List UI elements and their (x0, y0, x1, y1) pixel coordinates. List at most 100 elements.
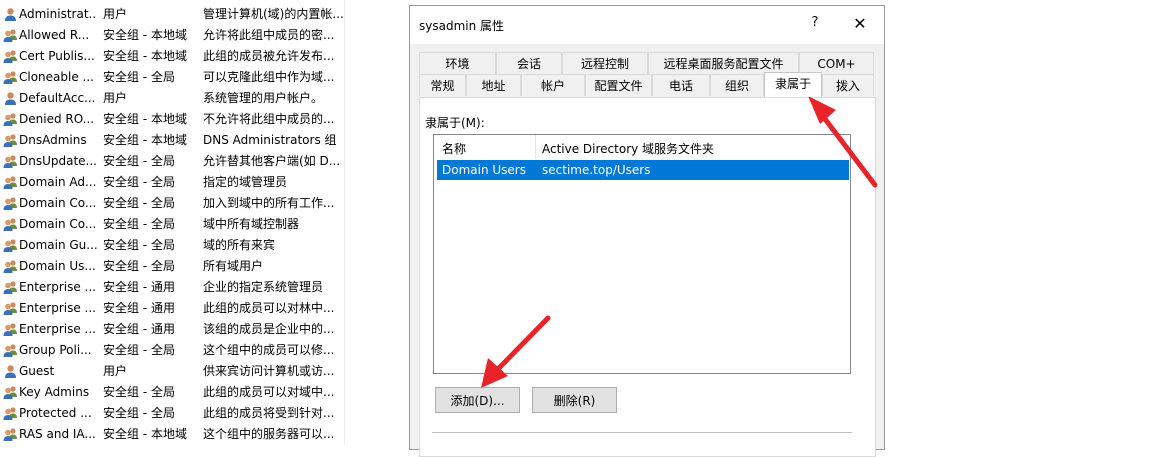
item-type: 安全组 - 全局 (103, 154, 175, 168)
tab-general[interactable]: 常规 (419, 74, 466, 96)
close-button[interactable]: ✕ (850, 14, 870, 34)
tab-remote-control[interactable]: 远程控制 (562, 52, 648, 74)
item-name: Group Poli... (19, 343, 92, 357)
list-item[interactable]: DnsUpdate... 安全组 - 全局 允许替其他客户端(如 D... (0, 151, 400, 172)
bottom-divider (432, 432, 852, 433)
tab-telephones[interactable]: 电话 (652, 74, 710, 96)
item-type: 安全组 - 通用 (103, 301, 175, 315)
title-bar: sysadmin 属性 ? ✕ (410, 6, 884, 44)
item-type: 安全组 - 本地域 (103, 112, 187, 126)
list-item[interactable]: Domain Co... 安全组 - 全局 域中所有域控制器 (0, 214, 400, 235)
tab-organization[interactable]: 组织 (710, 74, 764, 96)
list-item[interactable]: Group Poli... 安全组 - 全局 这个组中的成员可以修... (0, 340, 400, 361)
item-name: Administrat... (19, 7, 97, 21)
list-item[interactable]: Enterprise ... 安全组 - 通用 此组的成员可以对林中... (0, 298, 400, 319)
item-name: Allowed R... (19, 28, 90, 42)
item-description: 不允许将此组中成员的... (203, 112, 335, 126)
item-type: 安全组 - 全局 (103, 70, 175, 84)
list-item[interactable]: Domain Gu... 安全组 - 全局 域的所有来宾 (0, 235, 400, 256)
list-item[interactable]: Enterprise ... 安全组 - 通用 该组的成员是企业中的... (0, 319, 400, 340)
list-item[interactable]: Domain Co... 安全组 - 全局 加入到域中的所有工作... (0, 193, 400, 214)
group-icon (3, 217, 18, 232)
item-type: 安全组 - 全局 (103, 175, 175, 189)
member-of-listview[interactable]: 名称 Active Directory 域服务文件夹 Domain Users … (433, 134, 851, 374)
group-icon (3, 385, 18, 400)
column-header-name[interactable]: 名称 (442, 140, 466, 157)
remove-button[interactable]: 删除(R) (532, 387, 617, 413)
tab-rds-profile[interactable]: 远程桌面服务配置文件 (648, 52, 799, 74)
user-icon (3, 364, 18, 379)
tab-environment[interactable]: 环境 (419, 52, 496, 74)
group-icon (3, 49, 18, 64)
listview-row[interactable]: Domain Users sectime.top/Users (437, 160, 849, 180)
item-type: 安全组 - 通用 (103, 280, 175, 294)
list-item[interactable]: DnsAdmins 安全组 - 本地域 DNS Administrators 组 (0, 130, 400, 151)
member-of-label: 隶属于(M): (425, 116, 485, 130)
item-type: 安全组 - 本地域 (103, 427, 187, 441)
tab-com-plus[interactable]: COM+ (799, 52, 874, 74)
item-type: 安全组 - 通用 (103, 322, 175, 336)
tab-address[interactable]: 地址 (466, 74, 521, 96)
tab-account[interactable]: 帐户 (521, 74, 585, 96)
tab-member-of[interactable]: 隶属于 (764, 72, 822, 97)
user-icon (3, 7, 18, 22)
list-item[interactable]: Cloneable ... 安全组 - 全局 可以克隆此组中作为域... (0, 67, 400, 88)
item-description: 系统管理的用户帐户。 (203, 91, 324, 105)
item-description: 指定的域管理员 (203, 175, 288, 189)
group-icon (3, 70, 18, 85)
item-name: RAS and IA... (19, 427, 96, 441)
item-description: 允许将此组中成员的密... (203, 28, 335, 42)
item-name: Domain Co... (19, 196, 97, 210)
group-icon (3, 406, 18, 421)
column-header-folder[interactable]: Active Directory 域服务文件夹 (542, 140, 714, 157)
list-item[interactable]: Domain Ad... 安全组 - 全局 指定的域管理员 (0, 172, 400, 193)
tab-dial-in[interactable]: 拨入 (822, 74, 874, 96)
item-name: Enterprise ... (19, 301, 96, 315)
item-description: 可以克隆此组中作为域... (203, 70, 335, 84)
properties-dialog: sysadmin 属性 ? ✕ 环境 会话 远程控制 远程桌面服务配置文件 CO… (409, 5, 885, 457)
group-icon (3, 133, 18, 148)
item-description: 这个组中的成员可以修... (203, 343, 335, 357)
item-name: Cert Publis... (19, 49, 95, 63)
item-description: 域中所有域控制器 (203, 217, 300, 231)
item-description: 此组的成员可以对林中... (203, 301, 335, 315)
item-type: 安全组 - 全局 (103, 385, 175, 399)
item-type: 安全组 - 本地域 (103, 49, 187, 63)
list-item[interactable]: Protected ... 安全组 - 全局 此组的成员将受到针对... (0, 403, 400, 424)
list-item[interactable]: RAS and IA... 安全组 - 本地域 这个组中的服务器可以... (0, 424, 400, 445)
group-icon (3, 196, 18, 211)
list-item[interactable]: Administrat... 用户 管理计算机(域)的内置帐... (0, 4, 400, 25)
column-divider (344, 0, 345, 445)
list-item[interactable]: Key Admins 安全组 - 全局 此组的成员可以对域中... (0, 382, 400, 403)
list-item[interactable]: Domain Us... 安全组 - 全局 所有域用户 (0, 256, 400, 277)
list-item[interactable]: Allowed R... 安全组 - 本地域 允许将此组中成员的密... (0, 25, 400, 46)
list-item[interactable]: Denied RO... 安全组 - 本地域 不允许将此组中成员的... (0, 109, 400, 130)
item-description: 允许替其他客户端(如 D... (203, 154, 341, 168)
add-button[interactable]: 添加(D)... (435, 387, 520, 413)
item-name: Enterprise ... (19, 280, 96, 294)
item-description: 加入到域中的所有工作... (203, 196, 335, 210)
item-name: Domain Us... (19, 259, 96, 273)
item-type: 安全组 - 全局 (103, 343, 175, 357)
item-description: DNS Administrators 组 (203, 133, 337, 147)
listview-header: 名称 Active Directory 域服务文件夹 (434, 135, 850, 159)
item-name: Domain Gu... (19, 238, 97, 252)
list-item[interactable]: Enterprise ... 安全组 - 通用 企业的指定系统管理员 (0, 277, 400, 298)
tab-sessions[interactable]: 会话 (496, 52, 562, 74)
group-icon (3, 28, 18, 43)
list-item[interactable]: Cert Publis... 安全组 - 本地域 此组的成员被允许发布... (0, 46, 400, 67)
item-type: 安全组 - 本地域 (103, 28, 187, 42)
item-name: Domain Co... (19, 217, 97, 231)
item-name: Key Admins (19, 385, 90, 399)
list-item[interactable]: Guest 用户 供来宾访问计算机或访... (0, 361, 400, 382)
item-type: 安全组 - 本地域 (103, 133, 187, 147)
item-name: Cloneable ... (19, 70, 94, 84)
item-description: 此组的成员被允许发布... (203, 49, 335, 63)
help-button[interactable]: ? (805, 15, 825, 35)
list-item[interactable]: DefaultAcc... 用户 系统管理的用户帐户。 (0, 88, 400, 109)
tab-profile[interactable]: 配置文件 (585, 74, 652, 96)
group-icon (3, 427, 18, 442)
item-description: 此组的成员将受到针对... (203, 406, 335, 420)
item-name: DnsAdmins (19, 133, 87, 147)
group-icon (3, 238, 18, 253)
